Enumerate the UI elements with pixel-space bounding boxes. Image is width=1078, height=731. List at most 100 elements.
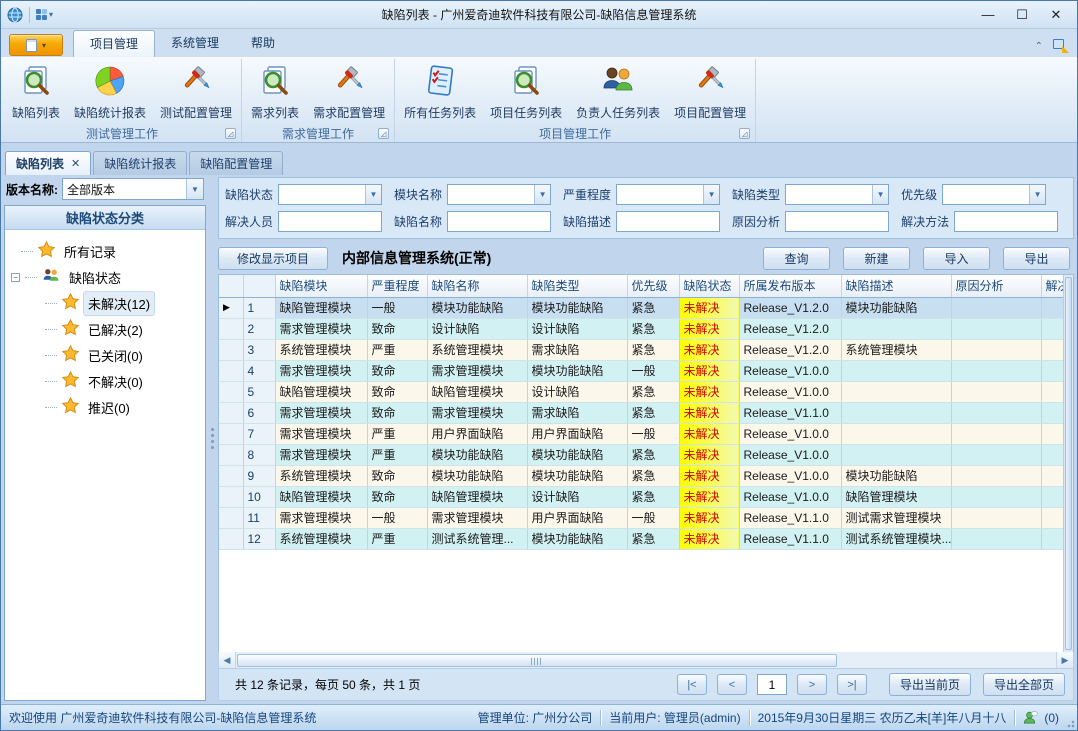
cell-type[interactable]: 设计缺陷: [527, 486, 627, 507]
column-header-所属发布版本[interactable]: 所属发布版本: [739, 275, 841, 297]
ribbon-tab-帮助[interactable]: 帮助: [235, 30, 291, 57]
filter-input-解决人员[interactable]: [279, 212, 381, 231]
ribbon-tab-项目管理[interactable]: 项目管理: [73, 30, 155, 57]
cell-type[interactable]: 需求缺陷: [527, 402, 627, 423]
cell-status[interactable]: 未解决: [679, 339, 739, 360]
cell-severity[interactable]: 一般: [367, 297, 427, 318]
tree-item-未解决(12)[interactable]: 未解决(12): [7, 290, 203, 316]
ribbon-button-项目任务列表[interactable]: 项目任务列表: [483, 62, 569, 123]
filter-input-模块名称[interactable]: [448, 185, 534, 204]
chevron-down-icon[interactable]: ▼: [872, 185, 888, 204]
cell-solution[interactable]: [1041, 318, 1063, 339]
column-header-原因分析[interactable]: 原因分析: [951, 275, 1041, 297]
chevron-down-icon[interactable]: ▼: [1029, 185, 1045, 204]
cell-desc[interactable]: [841, 360, 951, 381]
ribbon-button-测试配置管理[interactable]: 测试配置管理: [153, 62, 239, 123]
chevron-down-icon[interactable]: ▼: [365, 185, 381, 204]
cell-status[interactable]: 未解决: [679, 444, 739, 465]
table-row[interactable]: 6需求管理模块致命需求管理模块需求缺陷紧急未解决Release_V1.1.0: [219, 402, 1063, 423]
cell-analysis[interactable]: [951, 528, 1041, 549]
cell-type[interactable]: 用户界面缺陷: [527, 507, 627, 528]
cell-analysis[interactable]: [951, 381, 1041, 402]
table-row[interactable]: 2需求管理模块致命设计缺陷设计缺陷紧急未解决Release_V1.2.0: [219, 318, 1063, 339]
cell-status[interactable]: 未解决: [679, 297, 739, 318]
cell-analysis[interactable]: [951, 465, 1041, 486]
cell-severity[interactable]: 致命: [367, 402, 427, 423]
cell-desc[interactable]: [841, 318, 951, 339]
cell-priority[interactable]: 紧急: [627, 444, 679, 465]
table-row[interactable]: 9系统管理模块致命模块功能缺陷模块功能缺陷紧急未解决Release_V1.0.0…: [219, 465, 1063, 486]
table-row[interactable]: 3系统管理模块严重系统管理模块需求缺陷紧急未解决Release_V1.2.0系统…: [219, 339, 1063, 360]
minimize-button[interactable]: —: [973, 5, 1003, 25]
cell-severity[interactable]: 致命: [367, 318, 427, 339]
ribbon-collapse-icon[interactable]: ⌃: [1035, 41, 1043, 52]
last-page-button[interactable]: >|: [837, 674, 867, 695]
cell-type[interactable]: 需求缺陷: [527, 339, 627, 360]
cell-priority[interactable]: 一般: [627, 507, 679, 528]
chevron-down-icon[interactable]: ▼: [703, 185, 719, 204]
ribbon-button-需求配置管理[interactable]: 需求配置管理: [306, 62, 392, 123]
cell-severity[interactable]: 致命: [367, 381, 427, 402]
cell-priority[interactable]: 紧急: [627, 339, 679, 360]
dialog-launcher-icon[interactable]: ◿: [378, 128, 389, 139]
cell-type[interactable]: 模块功能缺陷: [527, 360, 627, 381]
first-page-button[interactable]: |<: [677, 674, 707, 695]
cell-version[interactable]: Release_V1.0.0: [739, 423, 841, 444]
filter-input-缺陷名称[interactable]: [448, 212, 550, 231]
tree-item-推迟(0)[interactable]: 推迟(0): [7, 394, 203, 420]
cell-version[interactable]: Release_V1.0.0: [739, 360, 841, 381]
cell-type[interactable]: 模块功能缺陷: [527, 297, 627, 318]
application-menu-button[interactable]: ▾: [9, 34, 63, 56]
cell-version[interactable]: Release_V1.1.0: [739, 528, 841, 549]
cell-solution[interactable]: [1041, 297, 1063, 318]
cell-module[interactable]: 缺陷管理模块: [275, 297, 367, 318]
cell-priority[interactable]: 一般: [627, 423, 679, 444]
cell-module[interactable]: 系统管理模块: [275, 528, 367, 549]
cell-name[interactable]: 模块功能缺陷: [427, 297, 527, 318]
cell-severity[interactable]: 严重: [367, 423, 427, 444]
column-header-解决方法[interactable]: 解决方法: [1041, 275, 1063, 297]
cell-name[interactable]: 缺陷管理模块: [427, 381, 527, 402]
cell-module[interactable]: 需求管理模块: [275, 444, 367, 465]
cell-analysis[interactable]: [951, 423, 1041, 444]
cell-solution[interactable]: [1041, 402, 1063, 423]
expander-icon[interactable]: −: [11, 273, 20, 282]
column-header-严重程度[interactable]: 严重程度: [367, 275, 427, 297]
cell-status[interactable]: 未解决: [679, 507, 739, 528]
cell-desc[interactable]: 模块功能缺陷: [841, 297, 951, 318]
doc-tab-缺陷统计报表[interactable]: 缺陷统计报表: [93, 151, 187, 175]
cell-module[interactable]: 系统管理模块: [275, 339, 367, 360]
tree-item-不解决(0)[interactable]: 不解决(0): [7, 368, 203, 394]
cell-desc[interactable]: [841, 444, 951, 465]
cell-name[interactable]: 模块功能缺陷: [427, 444, 527, 465]
cell-name[interactable]: 用户界面缺陷: [427, 423, 527, 444]
cell-desc[interactable]: [841, 423, 951, 444]
cell-analysis[interactable]: [951, 360, 1041, 381]
table-row[interactable]: 5缺陷管理模块致命缺陷管理模块设计缺陷紧急未解决Release_V1.0.0: [219, 381, 1063, 402]
cell-severity[interactable]: 致命: [367, 465, 427, 486]
cell-analysis[interactable]: [951, 318, 1041, 339]
cell-desc[interactable]: [841, 381, 951, 402]
cell-solution[interactable]: [1041, 360, 1063, 381]
新建-button[interactable]: 新建: [843, 247, 910, 270]
cell-solution[interactable]: [1041, 465, 1063, 486]
cell-desc[interactable]: 模块功能缺陷: [841, 465, 951, 486]
cell-severity[interactable]: 严重: [367, 444, 427, 465]
cell-solution[interactable]: [1041, 339, 1063, 360]
cell-version[interactable]: Release_V1.0.0: [739, 381, 841, 402]
tree-item-缺陷状态[interactable]: −缺陷状态: [7, 264, 203, 290]
chevron-down-icon[interactable]: ▼: [534, 185, 550, 204]
version-combobox[interactable]: 全部版本 ▼: [62, 178, 204, 200]
cell-status[interactable]: 未解决: [679, 528, 739, 549]
cell-status[interactable]: 未解决: [679, 318, 739, 339]
page-number-input[interactable]: [757, 674, 787, 695]
cell-module[interactable]: 需求管理模块: [275, 423, 367, 444]
column-header-缺陷名称[interactable]: 缺陷名称: [427, 275, 527, 297]
cell-priority[interactable]: 紧急: [627, 318, 679, 339]
cell-status[interactable]: 未解决: [679, 423, 739, 444]
dialog-launcher-icon[interactable]: ◿: [225, 128, 236, 139]
cell-version[interactable]: Release_V1.0.0: [739, 465, 841, 486]
column-header-缺陷状态[interactable]: 缺陷状态: [679, 275, 739, 297]
cell-status[interactable]: 未解决: [679, 486, 739, 507]
cell-solution[interactable]: [1041, 486, 1063, 507]
